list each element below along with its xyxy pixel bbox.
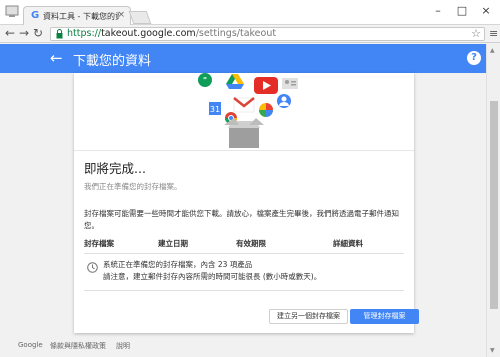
tab-close-icon[interactable]: × — [117, 10, 125, 20]
minimize-button[interactable]: – — [427, 4, 449, 17]
svg-text:": " — [203, 76, 207, 85]
scroll-down-icon[interactable]: ▼ — [490, 347, 495, 354]
help-icon[interactable]: ? — [467, 51, 481, 65]
app-header: ← 下載您的資料 ? — [0, 44, 486, 73]
reload-icon[interactable]: ↻ — [33, 26, 43, 40]
clock-icon — [87, 262, 98, 273]
hangouts-icon: " — [198, 73, 212, 87]
archive-status-text: 系統正在準備您的封存檔案，內含 23 項產品 請注意，建立郵件封存內容所需的時間… — [103, 259, 321, 283]
archive-status-line: 系統正在準備您的封存檔案，內含 23 項產品 — [103, 260, 253, 269]
manage-archives-button[interactable]: 管理封存檔案 — [350, 309, 419, 324]
page-scrollbar[interactable]: ▲ ▼ — [486, 44, 500, 357]
tab-title: 資料工具 - 下載您的資料 — [43, 12, 119, 21]
browser-window-icon — [5, 5, 19, 17]
drive-icon — [226, 74, 244, 89]
status-heading: 即將完成... — [84, 161, 146, 176]
column-header-created: 建立日期 — [158, 239, 188, 248]
youtube-icon — [254, 77, 278, 94]
address-bar[interactable]: https://takeout.google.com/settings/take… — [50, 27, 485, 41]
page-title: 下載您的資料 — [73, 54, 152, 69]
new-tab-button[interactable] — [128, 11, 152, 24]
lock-icon — [56, 29, 63, 39]
profile-icon — [277, 94, 291, 108]
products-illustration: " 31 — [198, 73, 298, 148]
window-titlebar: G 資料工具 - 下載您的資料 × – □ × — [0, 0, 500, 26]
browser-toolbar: ← → ↻ https://takeout.google.com/setting… — [0, 25, 500, 43]
status-subtitle: 我們正在準備您的封存檔案。 — [84, 182, 182, 191]
footer-link-help[interactable]: 說明 — [116, 341, 130, 351]
column-header-details: 詳細資料 — [333, 239, 363, 248]
scroll-up-icon[interactable]: ▲ — [490, 47, 495, 54]
google-favicon-icon: G — [31, 10, 40, 21]
gmail-icon — [233, 97, 255, 113]
column-header-expires: 有效期限 — [236, 239, 266, 248]
window-close-button[interactable]: × — [475, 4, 497, 17]
bookmark-star-icon[interactable]: ☆ — [471, 27, 481, 40]
archive-status-row: 系統正在準備您的封存檔案，內含 23 項產品 請注意，建立郵件封存內容所需的時間… — [84, 254, 404, 291]
takeout-card: " 31 即將完成... 我們正在準備您的封存檔案。 封存檔案可能需要一些時間才… — [74, 73, 419, 333]
email-notice: 封存檔案可能需要一些時間才能供您下載。請放心，檔案產生完畢後，我們將透過電子郵件… — [84, 209, 399, 230]
contacts-icon — [282, 78, 298, 89]
back-icon[interactable]: ← — [5, 26, 15, 40]
scroll-thumb[interactable] — [490, 101, 498, 309]
svg-text:31: 31 — [210, 105, 220, 114]
archive-table-header: 封存檔案 建立日期 有效期限 詳細資料 — [84, 236, 404, 254]
footer-link-google[interactable]: Google — [18, 341, 43, 349]
archive-status-note: 請注意，建立郵件封存內容所需的時間可能很長 (數小時或數天)。 — [103, 272, 322, 281]
browser-tab[interactable]: G 資料工具 - 下載您的資料 × — [23, 6, 131, 26]
forward-icon[interactable]: → — [19, 26, 29, 40]
create-another-archive-button[interactable]: 建立另一個封存檔案 — [269, 309, 348, 324]
column-header-archive: 封存檔案 — [84, 239, 114, 248]
calendar-icon: 31 — [209, 102, 221, 115]
maximize-button[interactable]: □ — [451, 4, 473, 17]
divider — [74, 150, 414, 151]
arrow-back-icon[interactable]: ← — [50, 49, 63, 67]
url-text: https://takeout.google.com/settings/take… — [67, 28, 277, 39]
browser-menu-icon[interactable]: ≡ — [489, 27, 498, 40]
footer-link-terms-privacy[interactable]: 條款與隱私權政策 — [50, 341, 106, 351]
photos-icon — [259, 103, 273, 117]
box-icon — [224, 118, 264, 148]
